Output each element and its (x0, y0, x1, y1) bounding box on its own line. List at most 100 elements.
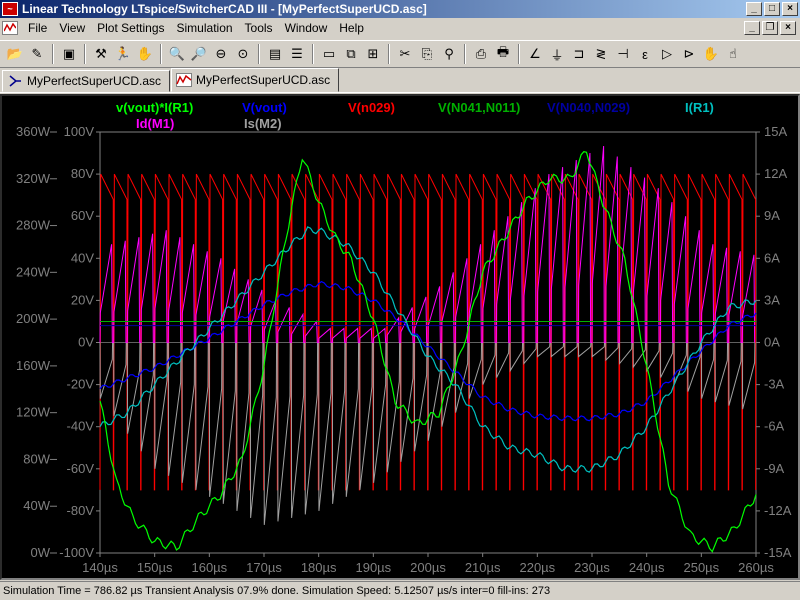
pan-icon[interactable]: ✋ (134, 43, 156, 65)
x-tick-label: 160µs (191, 560, 227, 575)
zoom-out-icon[interactable]: 🔎 (188, 43, 210, 65)
voltage-tick-label: 100V (64, 124, 95, 139)
legend-item[interactable]: I(R1) (685, 100, 714, 115)
waveform-chart[interactable]: 360W 320W 280W 240W 200W 160W 120W 80W 40W 0W 100V… (2, 96, 798, 578)
zoom-fit-icon[interactable]: ⊖ (210, 43, 232, 65)
menu-tools[interactable]: Tools (239, 19, 279, 37)
tile-vertical-icon[interactable]: ⧉ (340, 43, 362, 65)
menu-simulation[interactable]: Simulation (171, 19, 239, 37)
menu-bar: File View Plot Settings Simulation Tools… (0, 18, 800, 38)
diode-icon[interactable]: ▷ (656, 43, 678, 65)
legend-item[interactable]: V(N040,N029) (547, 100, 630, 115)
x-tick-label: 250µs (683, 560, 719, 575)
component-icon[interactable]: ⊳ (678, 43, 700, 65)
tab-schematic-label: MyPerfectSuperUCD.asc (27, 74, 162, 88)
waveform-plot[interactable]: 360W 320W 280W 240W 200W 160W 120W 80W 40W 0W 100V… (0, 94, 800, 580)
wire-icon[interactable]: ∠ (524, 43, 546, 65)
maximize-button[interactable]: □ (764, 2, 780, 16)
current-tick-label: 9A (764, 208, 780, 223)
power-tick-label: 240W (16, 264, 51, 279)
tab-waveform-label: MyPerfectSuperUCD.asc (196, 73, 331, 87)
power-tick-label: 120W (16, 405, 51, 420)
legend-item[interactable]: V(N041,N011) (438, 100, 520, 115)
print-icon[interactable]: 🖶 (492, 43, 514, 65)
voltage-tick-label: -20V (67, 377, 95, 392)
ground-icon[interactable]: ⏚ (546, 43, 568, 65)
tab-schematic[interactable]: MyPerfectSuperUCD.asc (2, 70, 171, 92)
tile-icon[interactable]: ⊞ (362, 43, 384, 65)
menu-plot-settings[interactable]: Plot Settings (91, 19, 170, 37)
title-bar: ~ Linear Technology LTspice/SwitcherCAD … (0, 0, 800, 18)
legend-item[interactable]: V(vout) (242, 100, 287, 115)
legend-item[interactable]: Id(M1) (136, 116, 174, 131)
autorange-icon[interactable]: ▤ (264, 43, 286, 65)
voltage-tick-label: -60V (67, 461, 95, 476)
mdi-minimize-button[interactable]: _ (744, 21, 760, 35)
voltage-tick-label: 60V (71, 208, 94, 223)
current-tick-label: 6A (764, 250, 780, 265)
waveform-window-icon[interactable] (2, 21, 18, 35)
mdi-restore-button[interactable]: ❐ (762, 21, 778, 35)
save-icon[interactable]: ▣ (58, 43, 80, 65)
zoom-in-icon[interactable]: 🔍 (166, 43, 188, 65)
power-tick-label: 280W (16, 218, 51, 233)
current-tick-label: -12A (764, 503, 792, 518)
x-tick-label: 220µs (519, 560, 555, 575)
voltage-tick-label: -40V (67, 419, 95, 434)
drag-icon[interactable]: ☝ (722, 43, 744, 65)
mdi-close-button[interactable]: × (780, 21, 796, 35)
menu-view[interactable]: View (53, 19, 91, 37)
tab-bar: MyPerfectSuperUCD.asc MyPerfectSuperUCD.… (0, 68, 800, 93)
x-tick-label: 170µs (246, 560, 282, 575)
resistor-icon[interactable]: ≷ (590, 43, 612, 65)
control-panel-icon[interactable]: ⚒ (90, 43, 112, 65)
legend-item[interactable]: v(vout)*I(R1) (116, 100, 193, 115)
open-icon[interactable]: 📂 (4, 43, 26, 65)
schematic-icon (9, 75, 21, 87)
tile-horizontal-icon[interactable]: ☰ (286, 43, 308, 65)
status-text: Simulation Time = 786.82 µs Transient An… (3, 585, 551, 597)
current-tick-label: -9A (764, 461, 785, 476)
menu-help[interactable]: Help (333, 19, 370, 37)
voltage-tick-label: -80V (67, 503, 95, 518)
minimize-button[interactable]: _ (746, 2, 762, 16)
power-tick-label: 40W (23, 498, 50, 513)
x-tick-label: 190µs (355, 560, 391, 575)
voltage-tick-label: 80V (71, 166, 94, 181)
x-tick-label: 180µs (301, 560, 337, 575)
current-tick-label: 15A (764, 124, 787, 139)
voltage-tick-label: 20V (71, 292, 94, 307)
x-tick-label: 260µs (738, 560, 774, 575)
current-tick-label: -6A (764, 419, 785, 434)
zoom-area-icon[interactable]: ⊙ (232, 43, 254, 65)
status-bar: Simulation Time = 786.82 µs Transient An… (0, 581, 800, 600)
current-tick-label: 0A (764, 335, 780, 350)
move-icon[interactable]: ✋ (700, 43, 722, 65)
toolbar: 📂 ✎ ▣ ⚒ 🏃 ✋ 🔍 🔎 ⊖ ⊙ ▤ ☰ ▭ ⧉ ⊞ ✂ ⎘ ⚲ ⎙ 🖶 … (0, 40, 800, 68)
tab-waveform[interactable]: MyPerfectSuperUCD.asc (171, 68, 340, 92)
close-button[interactable]: × (782, 2, 798, 16)
menu-file[interactable]: File (22, 19, 53, 37)
inductor-icon[interactable]: ε (634, 43, 656, 65)
legend-item[interactable]: V(n029) (348, 100, 395, 115)
new-schematic-icon[interactable]: ✎ (26, 43, 48, 65)
app-icon: ~ (2, 2, 18, 16)
power-tick-label: 360W (16, 124, 51, 139)
current-tick-label: -15A (764, 545, 792, 560)
cascade-icon[interactable]: ▭ (318, 43, 340, 65)
cut-icon[interactable]: ✂ (394, 43, 416, 65)
capacitor-icon[interactable]: ⊣ (612, 43, 634, 65)
x-tick-label: 150µs (137, 560, 173, 575)
x-tick-label: 140µs (82, 560, 118, 575)
menu-window[interactable]: Window (279, 19, 334, 37)
find-icon[interactable]: ⚲ (438, 43, 460, 65)
power-tick-label: 200W (16, 311, 51, 326)
x-tick-label: 240µs (629, 560, 665, 575)
label-icon[interactable]: ⊐ (568, 43, 590, 65)
legend-item[interactable]: Is(M2) (244, 116, 282, 131)
print-preview-icon[interactable]: ⎙ (470, 43, 492, 65)
waveform-icon (176, 73, 193, 87)
copy-icon[interactable]: ⎘ (416, 43, 438, 65)
run-icon[interactable]: 🏃 (112, 43, 134, 65)
x-tick-label: 200µs (410, 560, 446, 575)
